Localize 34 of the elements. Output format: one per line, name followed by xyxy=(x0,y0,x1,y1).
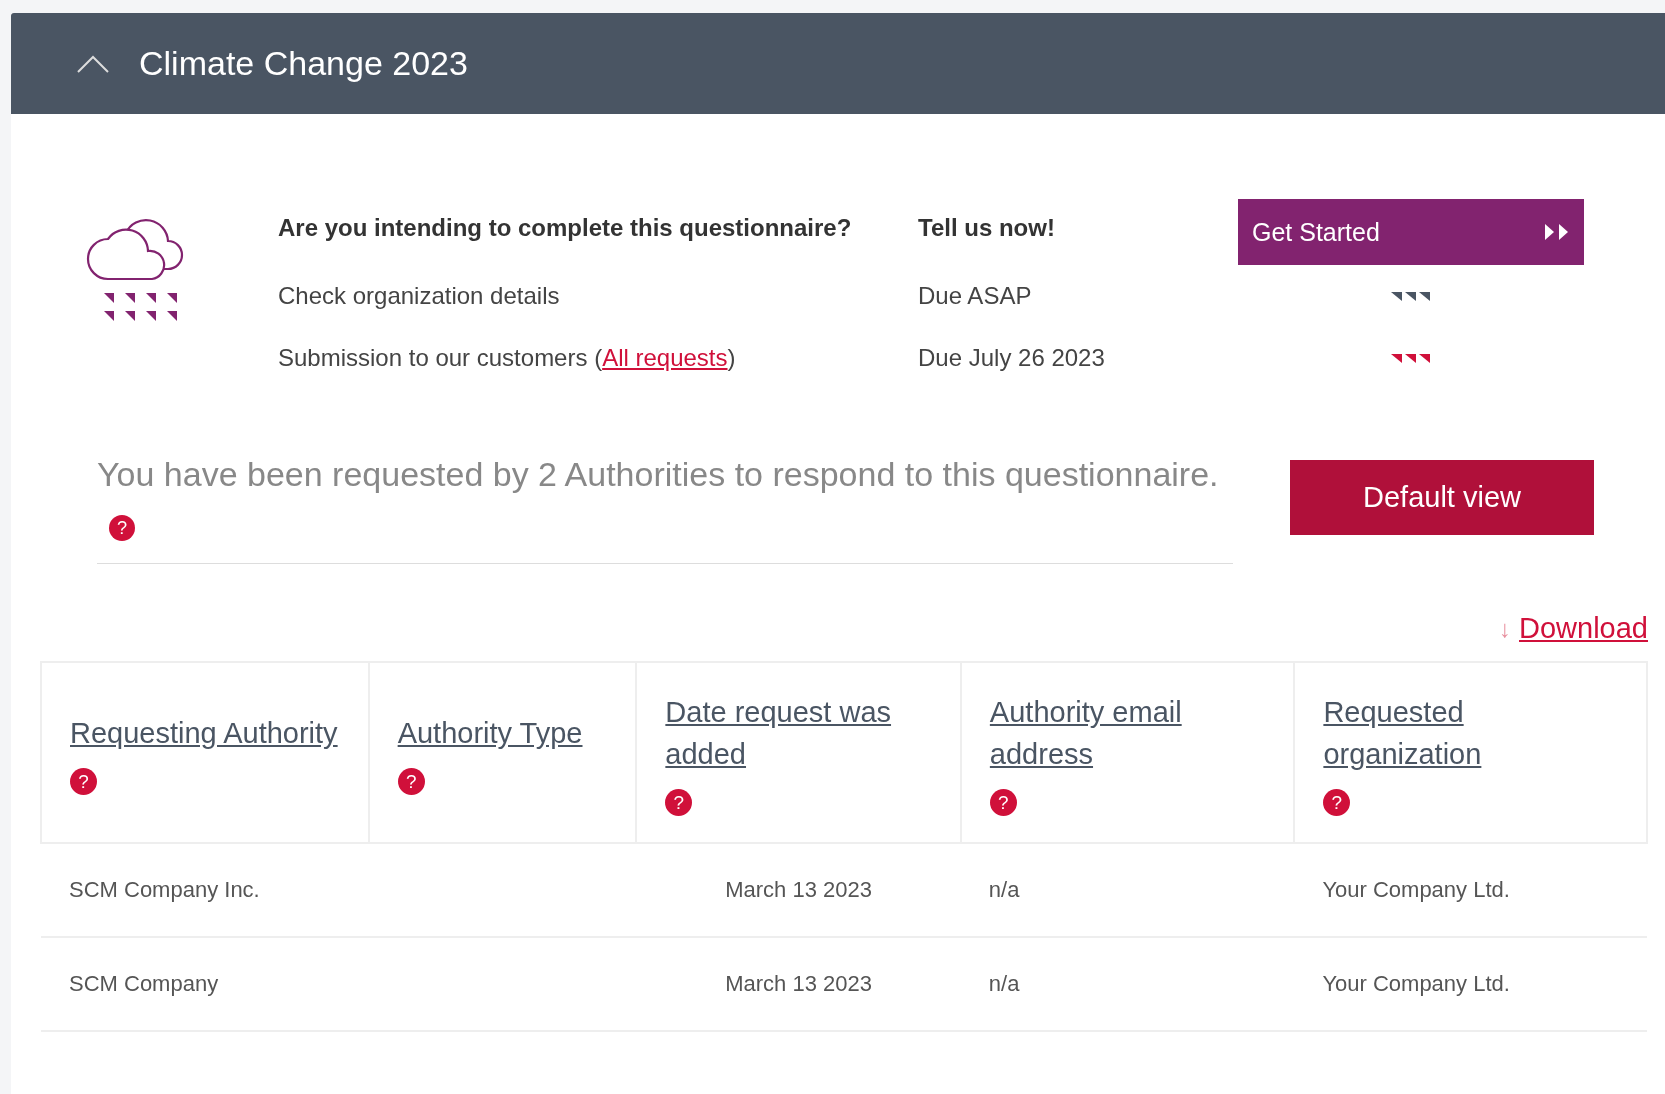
table-cell: Your Company Ltd. xyxy=(1322,877,1510,902)
section-title: Climate Change 2023 xyxy=(139,44,468,83)
help-icon[interactable]: ? xyxy=(989,789,1017,816)
table-cell: SCM Company Inc. xyxy=(69,877,260,902)
step-label: Check organization details xyxy=(278,281,561,311)
table-cell: Your Company Ltd. xyxy=(1322,971,1510,996)
table-cell: SCM Company xyxy=(69,971,219,996)
table-cell: March 13 2023 xyxy=(725,877,872,902)
column-header[interactable]: Authority Type xyxy=(397,712,608,754)
help-icon[interactable]: ? xyxy=(1323,789,1351,816)
table-cell: n/a xyxy=(988,877,1020,902)
download-link[interactable]: Download xyxy=(1519,612,1648,645)
table-cell: n/a xyxy=(988,971,1020,996)
help-icon[interactable]: ? xyxy=(397,768,425,795)
requests-message: You have been requested by 2 Authorities to respond to this questionnaire. ? xyxy=(97,449,1233,564)
step-label: Submission to our customers (All requests) xyxy=(278,343,737,373)
column-header[interactable]: Requesting Authority xyxy=(70,712,340,754)
column-header[interactable]: Authority email address xyxy=(989,691,1266,775)
column-header[interactable]: Requested organization xyxy=(1323,691,1618,775)
help-icon[interactable]: ? xyxy=(665,789,693,816)
get-started-button[interactable]: Get Started xyxy=(1238,199,1584,265)
column-header[interactable]: Date request was added xyxy=(665,691,932,775)
default-view-button[interactable]: Default view xyxy=(1290,460,1594,535)
double-play-icon xyxy=(1544,223,1570,241)
help-icon[interactable]: ? xyxy=(109,515,135,541)
collapse-chevron-icon[interactable] xyxy=(77,54,109,73)
download-icon: ↓ xyxy=(1499,614,1511,643)
question-text: Are you intending to complete this questionnaire? xyxy=(278,213,853,243)
table-cell: March 13 2023 xyxy=(725,971,872,996)
call-to-action-text: Tell us now! xyxy=(918,213,1056,243)
help-icon[interactable]: ? xyxy=(70,768,97,795)
all-requests-link[interactable]: All requests xyxy=(602,344,728,371)
due-date-text: Due July 26 2023 xyxy=(918,343,1106,373)
due-date-text: Due ASAP xyxy=(918,281,1033,311)
